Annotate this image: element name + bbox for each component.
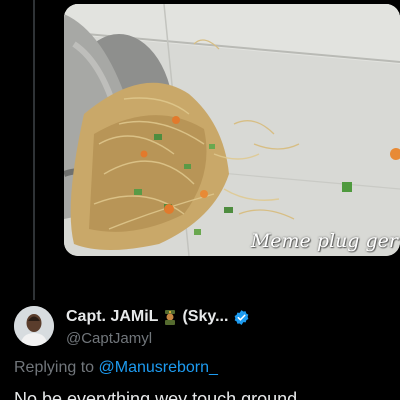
tweet-thread-screen: Meme plug ger Capt. JAMiL (Sky... @CaptJ… xyxy=(0,0,400,400)
user-avatar-image xyxy=(14,306,54,346)
watermark-text: Meme plug ger xyxy=(250,230,398,252)
replying-to-mention-link[interactable]: @Manusreborn_ xyxy=(99,359,218,376)
tweet-text: No be everything wey touch ground xyxy=(14,389,298,400)
soldier-emoji-icon xyxy=(162,309,178,325)
display-name[interactable]: Capt. JAMiL xyxy=(66,308,158,326)
avatar[interactable] xyxy=(14,306,54,346)
replying-to-line: Replying to @Manusreborn_ xyxy=(14,359,218,377)
author-handle[interactable]: @CaptJamyl xyxy=(66,330,152,347)
author-name-row[interactable]: Capt. JAMiL (Sky... xyxy=(66,307,250,327)
tweet-media-photo[interactable]: Meme plug ger xyxy=(64,4,400,256)
spilled-noodles-image xyxy=(64,4,400,256)
replying-to-label: Replying to xyxy=(14,359,95,376)
verified-badge-icon xyxy=(233,309,250,326)
thread-connector-line xyxy=(33,0,35,300)
display-name-suffix[interactable]: (Sky... xyxy=(182,308,228,326)
reply-tweet[interactable]: Capt. JAMiL (Sky... @CaptJamyl Replying … xyxy=(0,300,400,400)
